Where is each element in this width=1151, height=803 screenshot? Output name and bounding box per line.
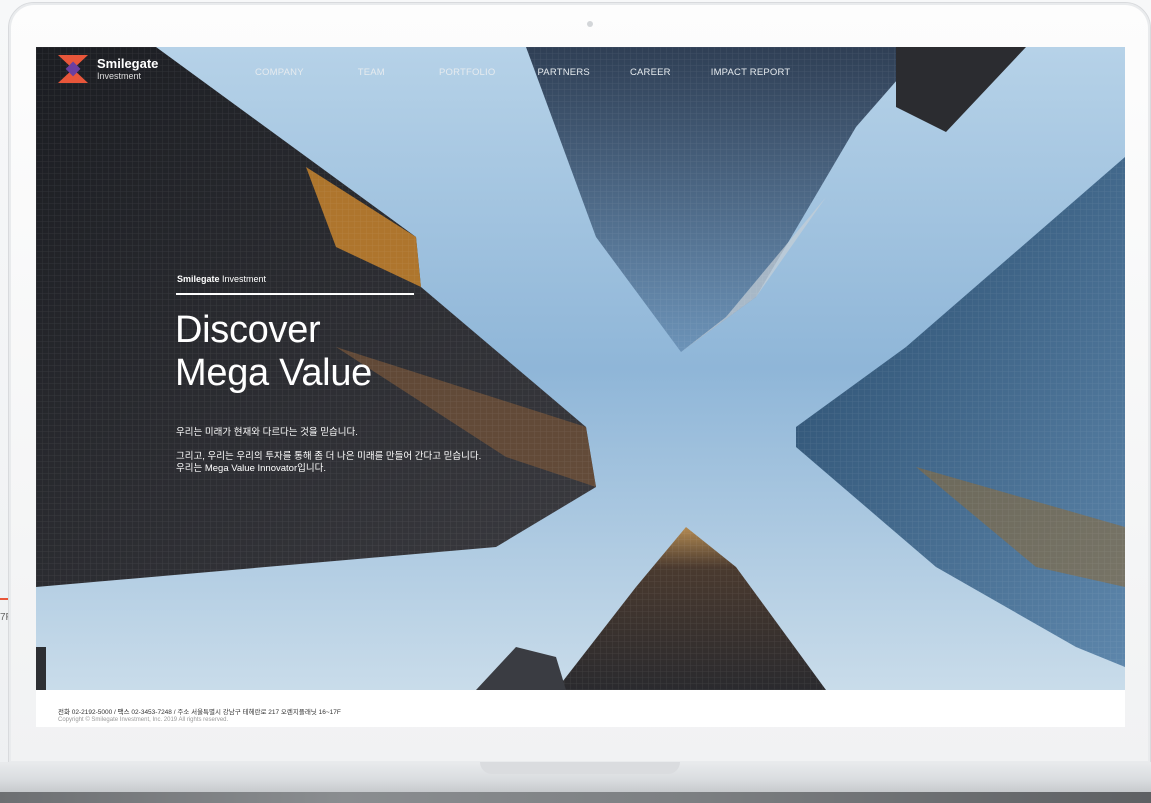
headline-line-2: Mega Value xyxy=(175,352,372,394)
footer-contact-info: 전화 02-2192-5000 / 팩스 02-3453-7248 / 주소 서… xyxy=(58,709,341,716)
nav-item-company[interactable]: COMPANY xyxy=(255,67,304,78)
laptop-base-shadow xyxy=(0,792,1151,803)
site-footer: 전화 02-2192-5000 / 팩스 02-3453-7248 / 주소 서… xyxy=(36,690,1125,727)
laptop-opening-notch xyxy=(480,762,680,774)
hero-brand-rest: Investment xyxy=(219,274,267,284)
hero-copy-line-3: 우리는 Mega Value Innovator입니다. xyxy=(176,463,326,474)
logo-subtitle: Investment xyxy=(97,71,142,81)
hero-copy-line-2: 그리고, 우리는 우리의 투자를 통해 좀 더 나은 미래를 만들어 간다고 믿… xyxy=(176,451,482,462)
nav-item-team[interactable]: TEAM xyxy=(358,67,385,78)
site-logo[interactable]: Smilegate Investment xyxy=(58,55,158,83)
main-menu: COMPANY TEAM PORTFOLIO PARTNERS CAREER I… xyxy=(255,67,790,78)
logo-name: Smilegate xyxy=(97,56,159,71)
hero-brand-bold: Smilegate xyxy=(177,274,220,284)
hero-brand-label: Smilegate Investment xyxy=(177,274,266,284)
laptop-mockup: 7F Smilegate Investment COMPANY TEAM POR… xyxy=(0,0,1151,803)
headline-line-1: Discover xyxy=(175,309,321,351)
hero-copy: 우리는 미래가 현재와 다르다는 것을 믿습니다. 그리고, 우리는 우리의 투… xyxy=(176,427,481,475)
hero-headline: Discover Mega Value xyxy=(175,309,372,395)
nav-item-partners[interactable]: PARTNERS xyxy=(537,67,589,78)
laptop-screen: Smilegate Investment COMPANY TEAM PORTFO… xyxy=(36,47,1125,727)
top-navigation: Smilegate Investment COMPANY TEAM PORTFO… xyxy=(36,47,1125,97)
hero-copy-line-1: 우리는 미래가 현재와 다르다는 것을 믿습니다. xyxy=(176,427,358,438)
nav-item-portfolio[interactable]: PORTFOLIO xyxy=(439,67,496,78)
nav-item-impact-report[interactable]: IMPACT REPORT xyxy=(711,67,791,78)
background-accent-line xyxy=(0,598,8,600)
camera-icon xyxy=(587,21,593,27)
nav-item-career[interactable]: CAREER xyxy=(630,67,671,78)
hero-section: Smilegate Investment COMPANY TEAM PORTFO… xyxy=(36,47,1125,690)
smilegate-logo-icon xyxy=(58,55,88,83)
hero-divider xyxy=(176,293,414,295)
footer-copyright: Copyright © Smilegate Investment, Inc. 2… xyxy=(58,717,229,723)
